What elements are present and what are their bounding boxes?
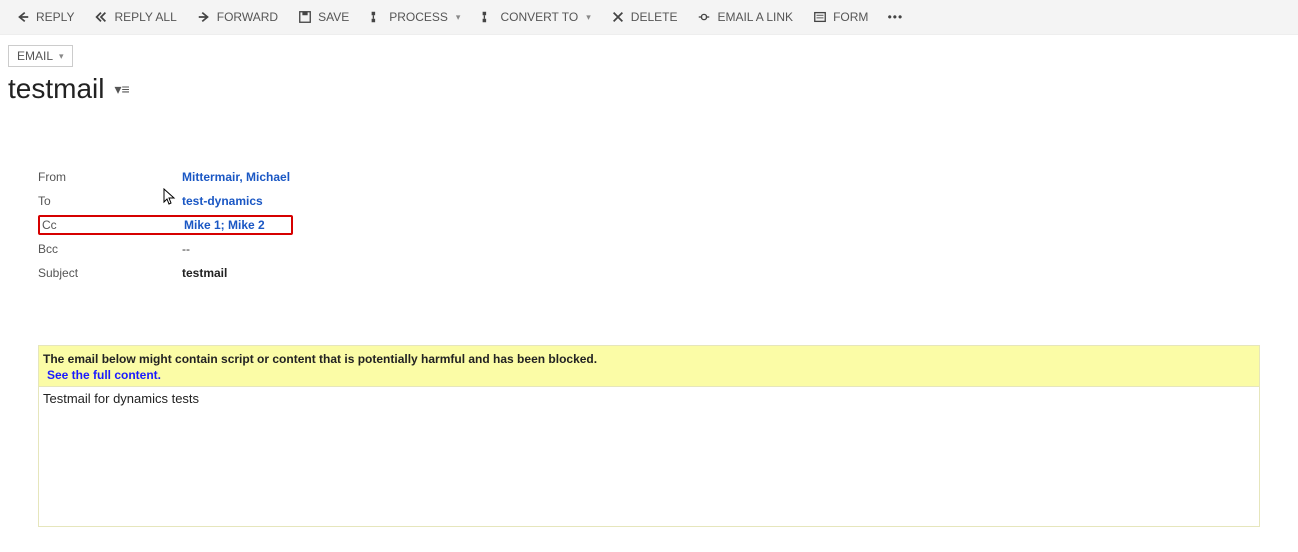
process-button[interactable]: Process ▾: [361, 6, 468, 28]
convert-to-button[interactable]: Convert To ▾: [472, 6, 598, 28]
to-label: To: [38, 194, 182, 208]
bcc-label: Bcc: [38, 242, 182, 256]
to-row: To test-dynamics: [38, 189, 1290, 213]
blocked-content-warning: The email below might contain script or …: [39, 346, 1259, 386]
from-value[interactable]: Mittermair, Michael: [182, 170, 290, 184]
related-menu-icon[interactable]: ▾≡: [114, 81, 129, 98]
ellipsis-icon: •••: [888, 10, 902, 24]
cc-value[interactable]: Mike 1; Mike 2: [184, 218, 265, 232]
link-icon: [697, 10, 711, 24]
convert-icon: [480, 10, 494, 24]
cc-row: Cc Mike 1; Mike 2: [38, 213, 1290, 237]
email-link-button[interactable]: Email a Link: [689, 6, 801, 28]
email-body-container: The email below might contain script or …: [38, 345, 1260, 527]
save-icon: [298, 10, 312, 24]
form-button[interactable]: Form: [805, 6, 876, 28]
convert-to-label: Convert To: [500, 10, 578, 24]
reply-button[interactable]: Reply: [8, 6, 82, 28]
save-button[interactable]: Save: [290, 6, 357, 28]
reply-all-label: Reply All: [114, 10, 176, 24]
cc-label: Cc: [40, 218, 184, 232]
forward-button[interactable]: Forward: [189, 6, 286, 28]
forward-label: Forward: [217, 10, 278, 24]
bcc-value: --: [182, 242, 190, 256]
close-icon: [611, 10, 625, 24]
email-body-text: Testmail for dynamics tests: [39, 386, 1259, 526]
process-icon: [369, 10, 383, 24]
arrow-right-icon: [197, 10, 211, 24]
caret-down-icon: ▾: [456, 12, 461, 23]
reply-all-button[interactable]: Reply All: [86, 6, 184, 28]
form-icon: [813, 10, 827, 24]
warning-text: The email below might contain script or …: [43, 352, 1255, 366]
arrow-left-icon: [16, 10, 30, 24]
from-row: From Mittermair, Michael: [38, 165, 1290, 189]
to-value[interactable]: test-dynamics: [182, 194, 263, 208]
content-area: Email ▾ testmail ▾≡ From Mittermair, Mic…: [0, 35, 1298, 527]
delete-label: Delete: [631, 10, 678, 24]
record-type-label: Email: [17, 49, 53, 63]
subject-row: Subject testmail: [38, 261, 1290, 285]
cc-highlight-box: Cc Mike 1; Mike 2: [38, 215, 293, 235]
form-label: Form: [833, 10, 868, 24]
save-label: Save: [318, 10, 349, 24]
more-commands-button[interactable]: •••: [880, 6, 910, 28]
command-bar: Reply Reply All Forward Save Process ▾ C…: [0, 0, 1298, 35]
subject-value: testmail: [182, 266, 227, 280]
double-arrow-left-icon: [94, 10, 108, 24]
caret-down-icon: ▾: [586, 12, 591, 23]
from-label: From: [38, 170, 182, 184]
see-full-content-link[interactable]: See the full content.: [47, 368, 161, 382]
bcc-row: Bcc --: [38, 237, 1290, 261]
record-type-dropdown[interactable]: Email ▾: [8, 45, 73, 67]
reply-label: Reply: [36, 10, 74, 24]
email-header-fields: From Mittermair, Michael To test-dynamic…: [38, 165, 1290, 285]
delete-button[interactable]: Delete: [603, 6, 686, 28]
page-title: testmail: [8, 73, 104, 105]
process-label: Process: [389, 10, 448, 24]
caret-down-icon: ▾: [59, 51, 64, 62]
subject-label: Subject: [38, 266, 182, 280]
email-link-label: Email a Link: [717, 10, 793, 24]
